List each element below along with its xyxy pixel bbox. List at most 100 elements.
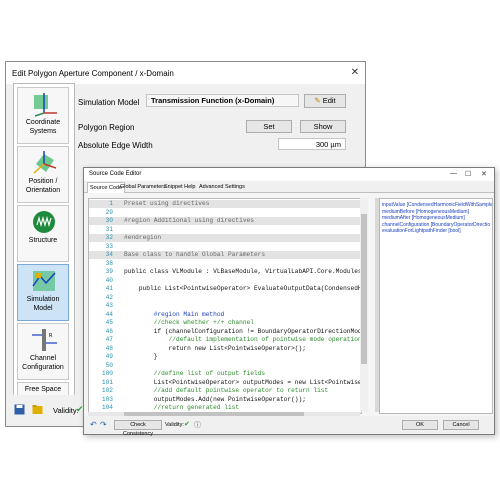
validity-label: Validity: bbox=[53, 406, 79, 415]
parameter-entry[interactable]: inputValue [CondensedHarmonicFieldWithSa… bbox=[382, 202, 492, 208]
maximize-icon[interactable]: ☐ bbox=[465, 170, 471, 178]
nav-channel-configuration[interactable]: R Channel Configuration bbox=[17, 323, 69, 380]
nav-label: Channel Configuration bbox=[22, 355, 64, 371]
code-line: 30 #region Additional using directives bbox=[89, 217, 361, 225]
nav-free-space-propagation[interactable]: Free Space Propagation bbox=[17, 382, 69, 396]
parameter-entry[interactable]: mediumBefore [HomogeneousMedium] bbox=[382, 209, 469, 215]
code-line: 41 public List<PointwiseOperator> Evalua… bbox=[89, 285, 362, 293]
code-line: 100 //define list of output fields bbox=[89, 370, 361, 378]
line-number: 39 bbox=[105, 268, 113, 275]
code-text: public List<PointwiseOperator> EvaluateO… bbox=[124, 285, 362, 292]
code-line: 44 #region Main method bbox=[89, 310, 361, 319]
code-text: outputModes.Add(new PointwiseOperator())… bbox=[124, 395, 306, 403]
editor-bottom-bar: ↶ ↷ Check Consistency Validity: ✔ ⓘ OK C… bbox=[84, 416, 494, 437]
nav-simulation-model[interactable]: Simulation Model bbox=[17, 264, 69, 321]
code-text: List<PointwiseOperator> outputModes = ne… bbox=[124, 378, 362, 386]
nav-label: Coordinate Systems bbox=[25, 119, 61, 135]
line-number: 1 bbox=[109, 200, 113, 207]
code-text: Base class to handle Global Parameters bbox=[124, 251, 266, 258]
code-line: 48 return new List<PointwiseOperator>(); bbox=[89, 344, 361, 353]
editor-title: Source Code Editor bbox=[89, 171, 142, 177]
code-text: //return generated list bbox=[124, 404, 240, 411]
nav-label: Position / Orientation bbox=[25, 178, 61, 194]
edge-width-label: Absolute Edge Width bbox=[78, 141, 153, 150]
line-number: 29 bbox=[105, 208, 113, 216]
undo-icon[interactable]: ↶ bbox=[90, 420, 97, 429]
close-icon[interactable]: ✕ bbox=[481, 170, 487, 178]
code-line: 39 public class VLModule : VLBaseModule, … bbox=[89, 268, 361, 276]
code-text: //check whether +/+ channel bbox=[124, 319, 254, 326]
code-text: #region Main method bbox=[124, 310, 225, 318]
code-line: 40 bbox=[89, 276, 361, 285]
code-line: 101 List<PointwiseOperator> outputModes … bbox=[89, 378, 362, 387]
line-number: 40 bbox=[105, 276, 113, 284]
code-line: 102 //add default pointwise operator to … bbox=[89, 387, 361, 395]
nav-position-orientation[interactable]: Position / Orientation bbox=[17, 146, 69, 203]
line-number: 100 bbox=[101, 370, 113, 377]
code-text: //define list of output fields bbox=[124, 370, 266, 377]
validity-label: Validity: bbox=[165, 422, 184, 428]
category-sidebar: Coordinate Systems Position / Orientatio… bbox=[13, 83, 75, 397]
line-number: 48 bbox=[105, 344, 113, 352]
code-text: return new List<PointwiseOperator>(); bbox=[124, 344, 306, 352]
code-line: 33 bbox=[89, 243, 361, 251]
open-folder-icon[interactable] bbox=[32, 404, 43, 415]
tab-global-parameters[interactable]: Global Parameters bbox=[118, 182, 168, 192]
source-code-editor-window: Source Code Editor — ☐ ✕ Source Code Glo… bbox=[83, 167, 495, 437]
parameter-entry[interactable]: evaluationForLightpathFinder [bool] bbox=[382, 228, 461, 234]
line-number: 43 bbox=[105, 302, 113, 309]
editor-titlebar: Source Code Editor — ☐ ✕ bbox=[84, 168, 494, 181]
nav-coordinate-systems[interactable]: Coordinate Systems bbox=[17, 87, 69, 144]
check-consistency-button[interactable]: Check Consistency bbox=[114, 420, 162, 437]
line-number: 42 bbox=[105, 293, 113, 301]
parameter-entry[interactable]: channelConfiguration [BoundaryOperatorDi… bbox=[382, 222, 490, 228]
code-text: } bbox=[124, 353, 158, 360]
channel-configuration-icon: R bbox=[32, 329, 57, 351]
cancel-button[interactable]: Cancel bbox=[443, 420, 479, 430]
code-text: if (channelConfiguration != BoundaryOper… bbox=[124, 327, 362, 335]
nav-label: Simulation Model bbox=[26, 296, 60, 312]
code-line: 46 if (channelConfiguration != BoundaryO… bbox=[89, 327, 362, 336]
line-number: 30 bbox=[105, 217, 113, 224]
redo-icon[interactable]: ↷ bbox=[100, 420, 107, 429]
pencil-icon: ✎ bbox=[314, 96, 321, 105]
editor-tab-strip: Source Code Global Parameters Snippet He… bbox=[84, 181, 494, 193]
set-button[interactable]: Set bbox=[246, 120, 292, 133]
minimize-icon[interactable]: — bbox=[450, 170, 457, 177]
line-number: 49 bbox=[105, 353, 113, 360]
line-number: 101 bbox=[101, 378, 113, 386]
line-number: 103 bbox=[101, 395, 113, 403]
ok-button[interactable]: OK bbox=[402, 420, 438, 430]
code-line: 43 bbox=[89, 302, 361, 310]
code-line: 1 Preset using directives bbox=[89, 200, 361, 208]
coordinate-systems-icon bbox=[34, 93, 57, 117]
close-icon[interactable]: ✕ bbox=[351, 67, 359, 78]
polygon-region-label: Polygon Region bbox=[78, 123, 135, 132]
parameter-entry[interactable]: mediumAfter [HomogeneousMedium] bbox=[382, 215, 465, 221]
code-line: 49 } bbox=[89, 353, 361, 361]
tab-advanced-settings[interactable]: Advanced Settings bbox=[197, 182, 247, 192]
nav-label: Structure bbox=[28, 237, 58, 244]
simulation-model-icon bbox=[32, 271, 56, 291]
code-vertical-scroll-thumb[interactable] bbox=[361, 214, 367, 364]
code-line: 50 bbox=[89, 361, 361, 370]
line-number: 44 bbox=[105, 310, 113, 318]
code-line: 32 #endregion bbox=[89, 234, 361, 242]
tab-snippet-help[interactable]: Snippet Help bbox=[162, 182, 198, 192]
edit-button[interactable]: ✎ Edit bbox=[304, 94, 346, 108]
parameters-panel: inputValue [CondensedHarmonicFieldWithSa… bbox=[379, 198, 493, 414]
code-line: 38 bbox=[89, 260, 361, 268]
code-text: //add default pointwise operator to retu… bbox=[124, 387, 329, 394]
code-line: 45 //check whether +/+ channel bbox=[89, 319, 361, 327]
dialog-titlebar: Edit Polygon Aperture Component / x-Doma… bbox=[6, 62, 365, 84]
show-button[interactable]: Show bbox=[300, 120, 346, 133]
nav-structure[interactable]: Structure bbox=[17, 205, 69, 262]
code-editor[interactable]: 1 Preset using directives 29 30 #region Addi… bbox=[88, 198, 362, 414]
code-line: 42 bbox=[89, 293, 361, 302]
structure-icon bbox=[33, 211, 55, 233]
info-icon[interactable]: ⓘ bbox=[194, 420, 201, 430]
edge-width-input[interactable]: 300 µm bbox=[278, 138, 346, 150]
line-number: 50 bbox=[105, 361, 113, 369]
save-icon[interactable] bbox=[14, 404, 25, 415]
line-number: 102 bbox=[101, 387, 113, 394]
